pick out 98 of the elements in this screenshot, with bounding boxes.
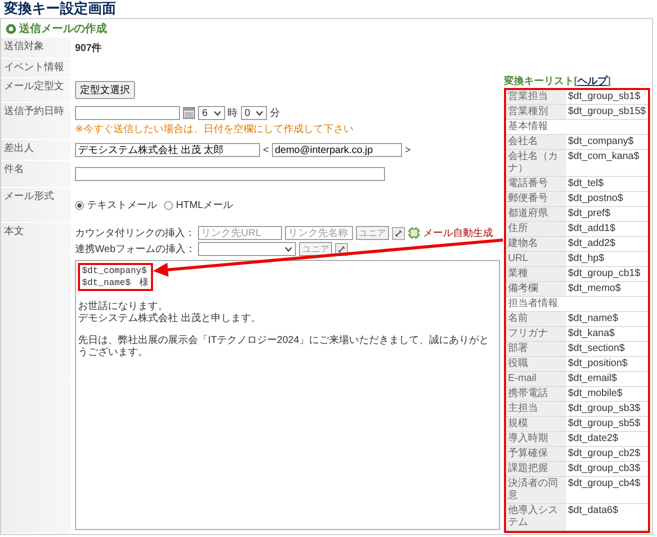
key-name-cell: 住所 bbox=[506, 222, 566, 236]
caret-icon bbox=[214, 110, 221, 116]
body-textarea[interactable]: $dt_company$ $dt_name$ 様 お世話になります。 デモシステム株式会社 出茂と申します。 先日は、弊社出展の展示会「ITテクノロジー2024」にご来場いただきまして、誠にありがとうございます。 bbox=[75, 260, 500, 530]
key-name-cell: 備考欄 bbox=[506, 282, 566, 296]
hour-unit: 時 bbox=[228, 106, 238, 120]
key-name-cell: 役職 bbox=[506, 357, 566, 371]
key-code-cell-text: $dt_section$ bbox=[567, 342, 626, 356]
key-code-cell-text: $dt_postno$ bbox=[567, 192, 624, 206]
link-name-field[interactable]: リンク先名称 bbox=[285, 226, 353, 240]
caret-icon bbox=[285, 246, 292, 252]
webform-insert-label: 連携Webフォームの挿入： bbox=[75, 242, 196, 256]
key-code-cell-text: $dt_group_sb15$ bbox=[567, 105, 647, 119]
key-name-cell: フリガナ bbox=[506, 327, 566, 341]
key-name-cell: URL bbox=[506, 252, 566, 266]
key-name-cell: 予算確保 bbox=[506, 447, 566, 461]
key-code-cell-text: $dt_memo$ bbox=[567, 282, 622, 296]
key-code-cell-text: $dt_kana$ bbox=[567, 327, 616, 341]
key-code-cell-text: $dt_group_cb2$ bbox=[567, 447, 642, 461]
key-name-cell: 課題把握 bbox=[506, 462, 566, 476]
key-code-cell-text: $dt_tel$ bbox=[567, 177, 605, 191]
key-name-cell: 電話番号 bbox=[506, 177, 566, 191]
ai-generate-link[interactable]: メール自動生成 bbox=[423, 226, 493, 240]
key-name-cell: 会社名 bbox=[506, 135, 566, 149]
target-count: 907件 bbox=[75, 42, 102, 55]
key-group-heading: 担当者情報 bbox=[506, 297, 648, 312]
key-group-heading: 基本情報 bbox=[506, 120, 648, 135]
sender-name-field[interactable]: デモシステム株式会社 出茂 太郎 bbox=[75, 143, 260, 157]
key-code-cell-text: $dt_add1$ bbox=[567, 222, 616, 236]
key-name-cell: 名前 bbox=[506, 312, 566, 326]
field-label: 件名 bbox=[1, 161, 71, 187]
key-name-cell: 営業担当 bbox=[506, 90, 566, 104]
key-code-cell-text: $dt_group_cb3$ bbox=[567, 462, 642, 476]
key-name-cell: 郵便番号 bbox=[506, 192, 566, 206]
key-list-title-bracket: ] bbox=[607, 76, 611, 87]
key-code-cell-text: $dt_group_sb1$ bbox=[567, 90, 642, 104]
radio-label[interactable]: HTMLメール bbox=[176, 198, 234, 212]
key-code-cell-text: $dt_hp$ bbox=[567, 252, 606, 266]
key-code-cell-text: $dt_pref$ bbox=[567, 207, 612, 221]
key-code-cell-text: $dt_add2$ bbox=[567, 237, 616, 251]
hour-select[interactable]: 6 bbox=[198, 106, 225, 120]
key-name-cell: 建物名 bbox=[506, 237, 566, 251]
field-label: 送信対象 bbox=[1, 38, 71, 58]
key-code-cell-text: $dt_position$ bbox=[567, 357, 628, 371]
link-icon[interactable] bbox=[392, 226, 405, 240]
sender-email-field[interactable]: demo@interpark.co.jp bbox=[272, 143, 402, 157]
field-label: メール形式 bbox=[1, 188, 71, 222]
link-url-field[interactable]: リンク先URL bbox=[198, 226, 282, 240]
template-select-button[interactable]: 定型文選択 bbox=[75, 81, 135, 99]
field-label: 差出人 bbox=[1, 140, 71, 160]
key-code-cell-text: $dt_email$ bbox=[567, 372, 618, 386]
key-code-cell-text: $dt_com_kana$ bbox=[567, 150, 640, 164]
minute-unit: 分 bbox=[270, 107, 280, 120]
help-link[interactable]: ヘルプ bbox=[577, 76, 608, 87]
field-label: 送信予約日時 bbox=[1, 103, 71, 139]
key-code-cell-text: $dt_mobile$ bbox=[567, 387, 624, 401]
key-name-cell: 営業種別 bbox=[506, 105, 566, 119]
key-code-cell-text: $dt_name$ bbox=[567, 312, 620, 326]
key-code-cell-text: $dt_group_sb5$ bbox=[567, 417, 642, 431]
bracket-text: > bbox=[404, 144, 411, 156]
key-name-cell: 主担当 bbox=[506, 402, 566, 416]
key-code-cell-text: $dt_company$ bbox=[567, 135, 635, 149]
key-name-cell: 会社名（カナ） bbox=[506, 150, 566, 176]
date-field[interactable] bbox=[75, 106, 180, 120]
body-paragraph: お世話になります。 デモシステム株式会社 出茂と申します。 bbox=[78, 301, 262, 325]
key-name-cell: 他導入システム bbox=[506, 504, 566, 530]
bracket-text: < bbox=[263, 144, 269, 156]
key-name-cell: 導入時期 bbox=[506, 432, 566, 446]
key-name-cell: 部署 bbox=[506, 342, 566, 356]
key-code-cell-text: $dt_data6$ bbox=[567, 504, 620, 518]
key-name-cell: 都道府県 bbox=[506, 207, 566, 221]
key-name-cell: 規模 bbox=[506, 417, 566, 431]
key-code-cell-text: $dt_group_cb1$ bbox=[567, 267, 642, 281]
minute-select[interactable]: 0 bbox=[240, 106, 268, 120]
radio-button[interactable] bbox=[164, 200, 173, 210]
body-paragraph: 先日は、弊社出展の展示会「ITテクノロジー2024」にご来場いただきまして、誠にありがとうございます。 bbox=[78, 335, 490, 359]
field-label: 本文 bbox=[1, 223, 71, 533]
calendar-icon[interactable] bbox=[183, 107, 195, 119]
key-name-cell: 決済者の同意 bbox=[506, 477, 566, 503]
page-title: 変換キー設定画面 bbox=[3, 0, 117, 18]
link-insert-label: カウンタ付リンクの挿入： bbox=[75, 226, 195, 240]
chip-icon[interactable] bbox=[408, 227, 420, 239]
radio-label[interactable]: テキストメール bbox=[87, 198, 157, 212]
subject-field[interactable] bbox=[75, 167, 385, 181]
field-label: メール定型文 bbox=[1, 78, 71, 102]
webform-select[interactable] bbox=[198, 242, 296, 256]
schedule-note: ※今すぐ送信したい場合は、日付を空欄にして作成して下さい bbox=[75, 122, 354, 136]
highlighted-keys: $dt_company$ $dt_name$ 様 bbox=[78, 263, 153, 291]
field-label: イベント情報 bbox=[1, 59, 71, 77]
key-list-title: 変換キーリスト[ bbox=[504, 76, 578, 87]
key-name-cell: E-mail bbox=[506, 372, 566, 386]
key-code-cell-text: $dt_group_cb4$ bbox=[567, 477, 642, 491]
key-code-cell-text: $dt_date2$ bbox=[567, 432, 620, 446]
caret-icon bbox=[256, 110, 264, 116]
key-name-cell: 業種 bbox=[506, 267, 566, 281]
section-title: 送信メールの作成 bbox=[19, 22, 107, 36]
radio-button[interactable] bbox=[75, 200, 84, 210]
key-code-cell-text: $dt_group_sb3$ bbox=[567, 402, 642, 416]
key-name-cell: 携帯電話 bbox=[506, 387, 566, 401]
